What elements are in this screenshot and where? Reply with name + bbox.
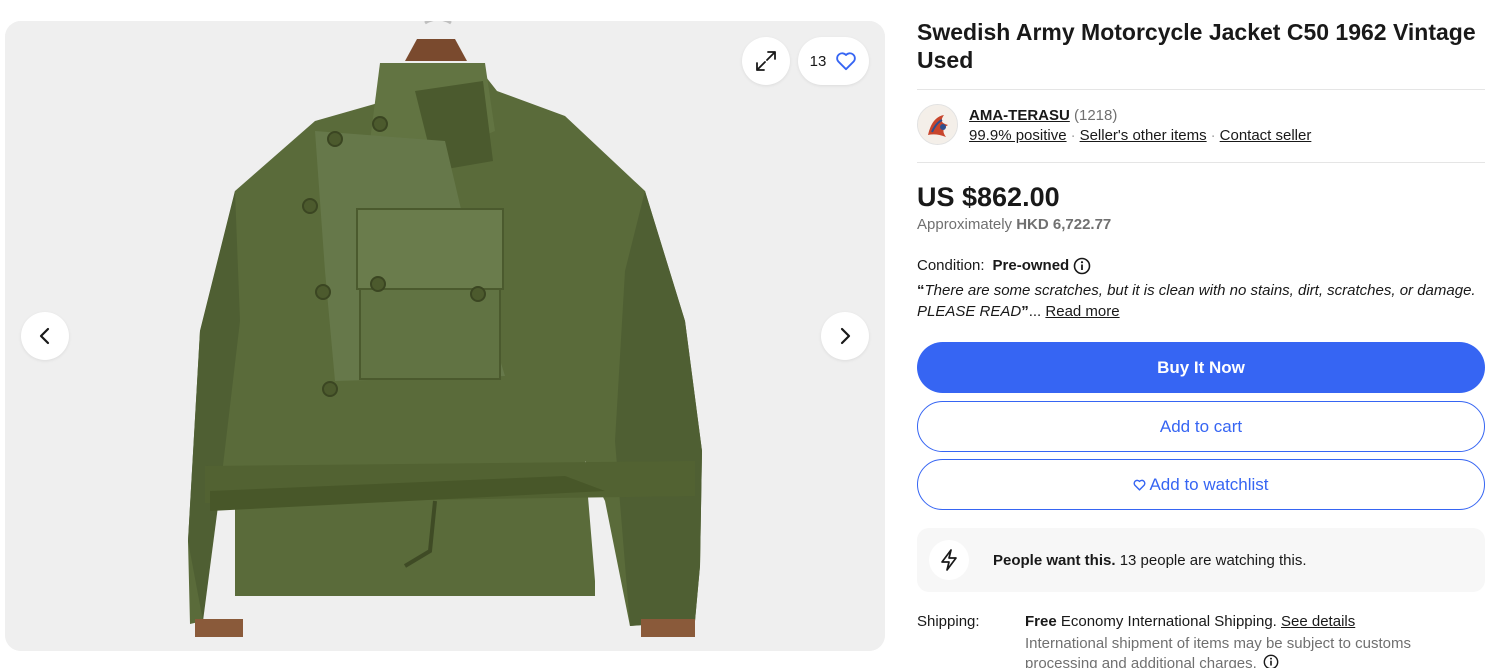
divider bbox=[917, 162, 1485, 163]
next-image-button[interactable] bbox=[821, 312, 869, 360]
condition-label: Condition: bbox=[917, 257, 985, 274]
seller-feedback-count: (1218) bbox=[1074, 107, 1118, 124]
lightning-icon bbox=[929, 540, 969, 580]
divider bbox=[917, 89, 1485, 90]
buy-it-now-button[interactable]: Buy It Now bbox=[917, 342, 1485, 393]
condition-row: Condition: Pre-owned bbox=[917, 256, 1091, 275]
demand-signal-text: People want this. 13 people are watching… bbox=[993, 552, 1307, 569]
add-to-cart-button[interactable]: Add to cart bbox=[917, 401, 1485, 452]
contact-seller-link[interactable]: Contact seller bbox=[1220, 127, 1312, 144]
demand-signal-bold: People want this. bbox=[993, 551, 1116, 569]
image-gallery: 13 bbox=[5, 21, 885, 651]
seller-other-items-link[interactable]: Seller's other items bbox=[1080, 127, 1207, 144]
read-more-link[interactable]: Read more bbox=[1045, 303, 1119, 320]
add-to-watchlist-button[interactable]: Add to watchlist bbox=[917, 459, 1485, 510]
shipping-service: Economy International Shipping. bbox=[1060, 613, 1277, 630]
product-photo[interactable] bbox=[5, 21, 885, 651]
chevron-left-icon bbox=[39, 327, 50, 345]
fullscreen-button[interactable] bbox=[742, 37, 790, 85]
open-quote: “ bbox=[917, 282, 925, 299]
condition-note: There are some scratches, but it is clea… bbox=[917, 282, 1476, 320]
info-icon[interactable] bbox=[1073, 257, 1091, 275]
shipping-note: International shipment of items may be s… bbox=[1025, 634, 1465, 668]
approx-price: Approximately HKD 6,722.77 bbox=[917, 215, 1111, 234]
shipping-note-text: International shipment of items may be s… bbox=[1025, 635, 1412, 668]
condition-description: “There are some scratches, but it is cle… bbox=[917, 280, 1485, 322]
separator-dot: · bbox=[1070, 127, 1076, 144]
seller-logo-icon bbox=[918, 105, 957, 144]
add-to-watchlist-label: Add to watchlist bbox=[1149, 474, 1269, 494]
watch-heart-button[interactable]: 13 bbox=[798, 37, 869, 85]
expand-icon bbox=[756, 51, 776, 71]
approx-prefix: Approximately bbox=[917, 216, 1013, 233]
shipping-label: Shipping: bbox=[917, 613, 980, 630]
heart-icon bbox=[1134, 479, 1146, 491]
demand-signal-banner: People want this. 13 people are watching… bbox=[917, 528, 1485, 592]
condition-value: Pre-owned bbox=[992, 257, 1070, 274]
previous-image-button[interactable] bbox=[21, 312, 69, 360]
close-quote: ” bbox=[1021, 303, 1029, 320]
heart-icon bbox=[836, 52, 857, 71]
ellipsis: ... bbox=[1028, 303, 1042, 320]
shipping-free: Free bbox=[1025, 613, 1057, 630]
seller-positive-link[interactable]: 99.9% positive bbox=[969, 127, 1067, 144]
seller-name-link[interactable]: AMA-TERASU bbox=[969, 107, 1070, 124]
seller-links-line: 99.9% positive · Seller's other items · Cont… bbox=[969, 126, 1311, 145]
separator-dot: · bbox=[1210, 127, 1216, 144]
watch-count: 13 bbox=[809, 52, 827, 70]
price: US $862.00 bbox=[917, 182, 1060, 212]
info-icon[interactable] bbox=[1263, 654, 1279, 668]
see-details-link[interactable]: See details bbox=[1281, 613, 1355, 630]
approx-value: HKD 6,722.77 bbox=[1016, 216, 1112, 233]
chevron-right-icon bbox=[840, 327, 851, 345]
seller-info-line: AMA-TERASU (1218) bbox=[969, 106, 1117, 125]
listing-title: Swedish Army Motorcycle Jacket C50 1962 … bbox=[917, 19, 1476, 73]
shipping-summary: Free Economy International Shipping. See… bbox=[1025, 612, 1355, 631]
demand-signal-detail: 13 people are watching this. bbox=[1119, 551, 1307, 569]
seller-avatar[interactable] bbox=[917, 104, 958, 145]
